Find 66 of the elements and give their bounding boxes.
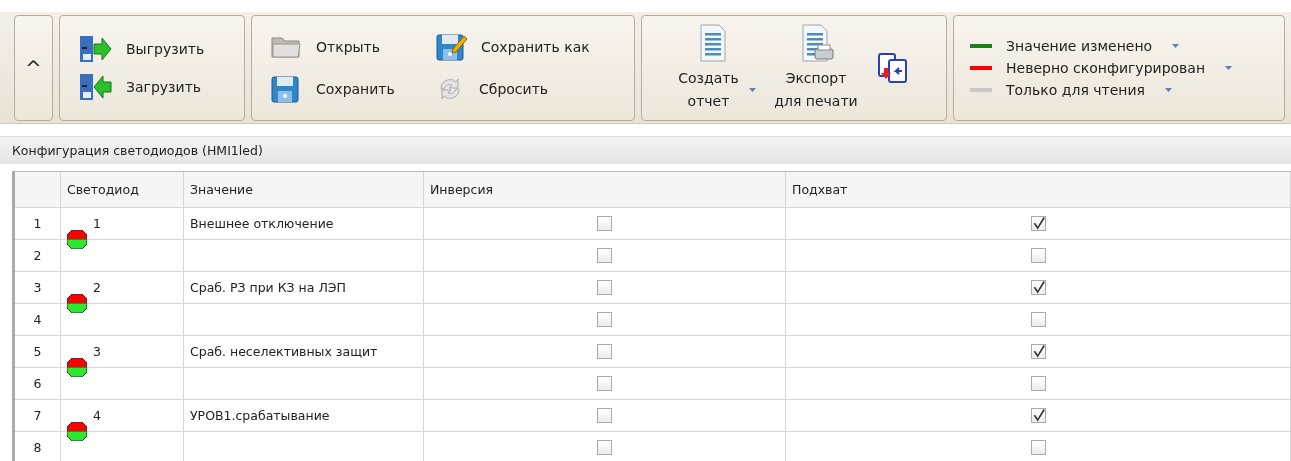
column-header[interactable]: Значение xyxy=(184,172,424,207)
panel-title: Конфигурация светодиодов (HMI1led) xyxy=(0,136,1291,164)
table-cell: Внешнее отключение xyxy=(184,208,424,239)
row-number: 3 xyxy=(15,272,61,303)
checkbox[interactable] xyxy=(1030,216,1046,231)
row-number: 2 xyxy=(15,240,61,271)
toolbar-button[interactable]: Выгрузить xyxy=(78,34,205,64)
checkbox[interactable] xyxy=(1030,312,1046,327)
row-number: 6 xyxy=(15,368,61,399)
floppy-pencil-icon xyxy=(435,32,467,62)
led-lower-half-icon xyxy=(67,431,87,441)
collapse-ribbon-button[interactable]: ^ xyxy=(14,15,53,121)
checkbox[interactable] xyxy=(1030,440,1046,455)
row-number: 1 xyxy=(15,208,61,239)
checkbox[interactable] xyxy=(1030,408,1046,423)
checkbox[interactable] xyxy=(1030,280,1046,295)
led-lower-half-icon xyxy=(67,303,87,313)
checkbox[interactable] xyxy=(597,440,612,455)
row-number: 7 xyxy=(15,400,61,431)
led-upper-half-icon xyxy=(67,422,87,432)
legend-item[interactable]: Только для чтения xyxy=(970,82,1236,98)
toolbar-button[interactable]: Сбросить xyxy=(435,75,625,103)
column-header[interactable]: Инверсия xyxy=(424,172,786,207)
row-number: 8 xyxy=(15,432,61,461)
checkbox[interactable] xyxy=(597,216,612,231)
column-header[interactable]: Подхват xyxy=(786,172,1291,207)
checkbox[interactable] xyxy=(1030,248,1046,263)
toolbar-button[interactable]: Экспорт для печати xyxy=(768,23,864,113)
toolbar-button[interactable]: Загрузить xyxy=(78,72,202,102)
led-number: 3 xyxy=(93,344,101,359)
legend-item[interactable]: Значение изменено xyxy=(970,38,1236,54)
checkbox[interactable] xyxy=(1030,376,1046,391)
toolbar-button[interactable]: Открыть xyxy=(270,34,435,60)
led-upper-half-icon xyxy=(67,294,87,304)
folder-icon xyxy=(270,34,302,60)
checkbox[interactable] xyxy=(597,376,612,391)
toolbar-button[interactable]: Создать отчет xyxy=(666,23,762,113)
row-number: 4 xyxy=(15,304,61,335)
checkbox[interactable] xyxy=(597,312,612,327)
caret-icon xyxy=(749,88,756,92)
checkbox[interactable] xyxy=(1030,344,1046,359)
led-lower-half-icon xyxy=(67,367,87,377)
led-upper-half-icon xyxy=(67,230,87,240)
led-number: 2 xyxy=(93,280,101,295)
caret-icon xyxy=(1225,66,1233,70)
toolbar-button[interactable]: Сохранить xyxy=(270,74,435,104)
import-arrow-icon xyxy=(78,72,112,102)
copy-documents-icon xyxy=(876,51,910,85)
checkbox[interactable] xyxy=(597,344,612,359)
legend-item[interactable]: Неверно сконфигурирован xyxy=(970,60,1236,76)
led-upper-half-icon xyxy=(67,358,87,368)
row-number: 5 xyxy=(15,336,61,367)
table-cell: Сраб. РЗ при КЗ на ЛЭП xyxy=(184,272,424,303)
export-arrow-icon xyxy=(78,34,112,64)
toolbar-button[interactable]: Сохранить как xyxy=(435,32,625,62)
led-number: 1 xyxy=(93,216,101,231)
checkbox[interactable] xyxy=(597,248,612,263)
caret-icon xyxy=(1165,88,1172,92)
checkbox[interactable] xyxy=(597,280,612,295)
column-header[interactable]: Светодиод xyxy=(61,172,184,207)
checkbox[interactable] xyxy=(597,408,612,423)
led-number: 4 xyxy=(93,408,101,423)
led-lower-half-icon xyxy=(67,239,87,249)
table-cell: Сраб. неселективных защит xyxy=(184,336,424,367)
caret-icon xyxy=(1172,44,1180,48)
table-cell: УРОВ1.срабатывание xyxy=(184,400,424,431)
